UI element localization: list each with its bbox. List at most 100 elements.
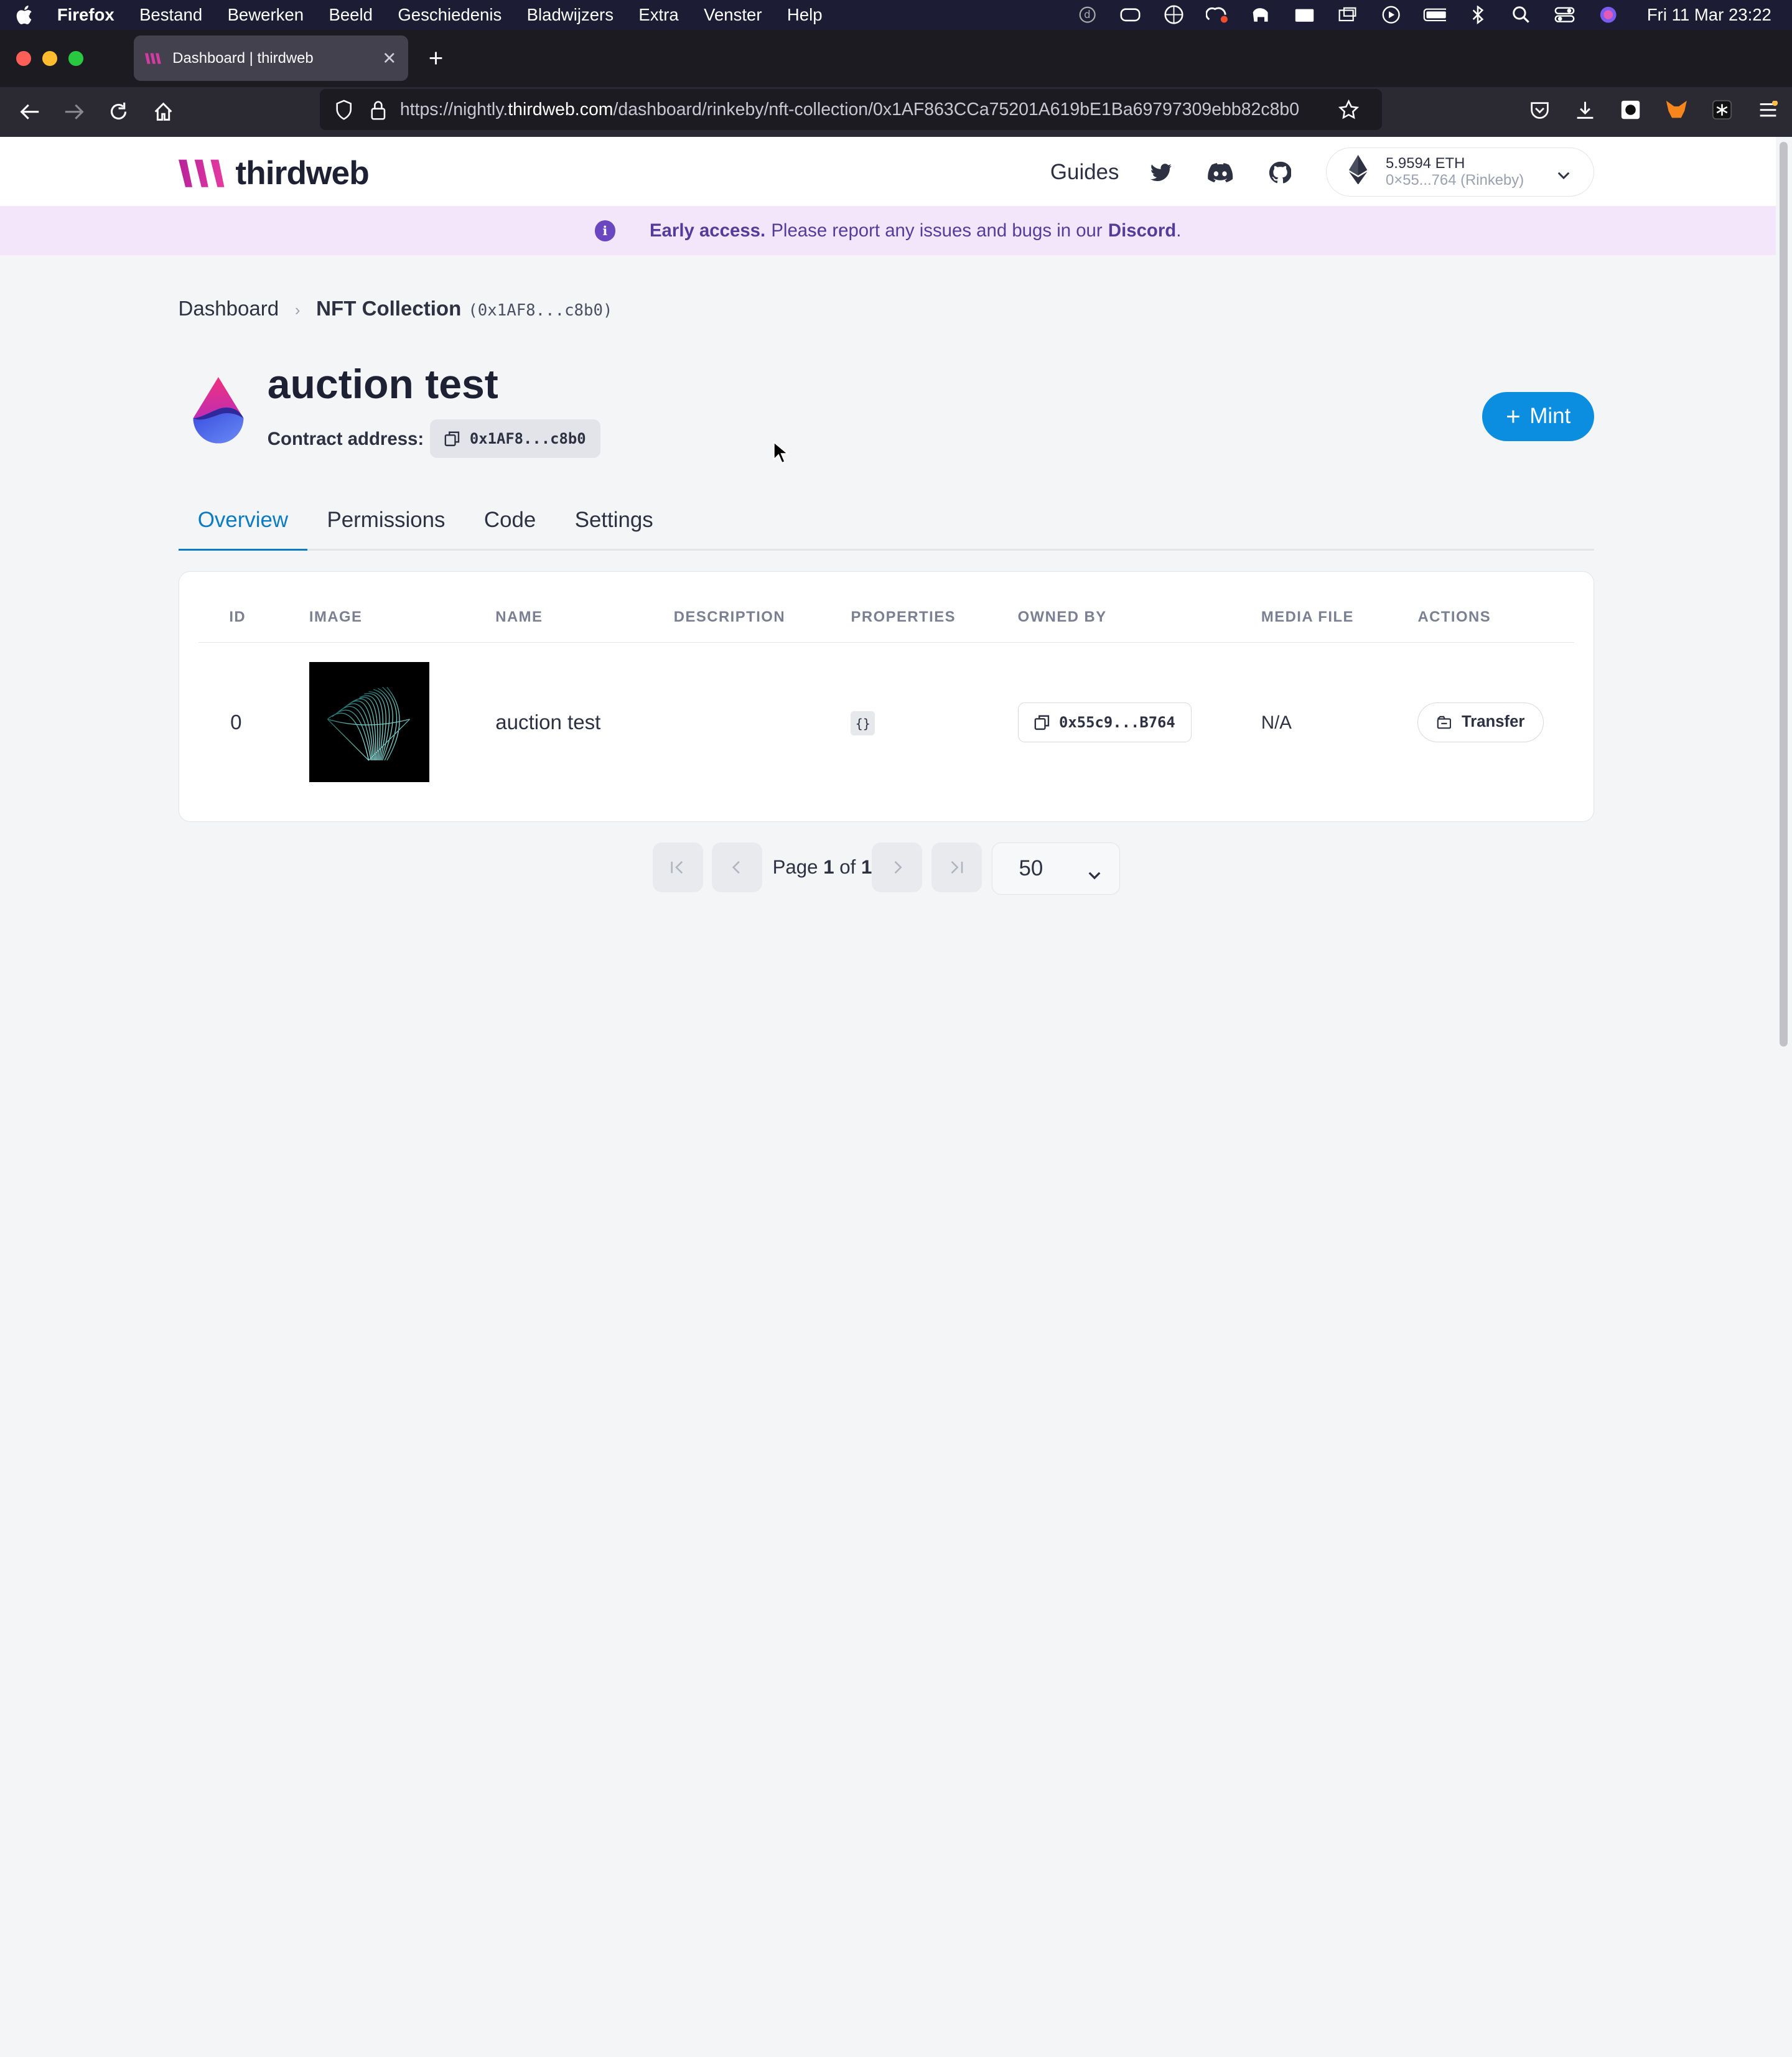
first-page-icon[interactable] — [652, 842, 703, 893]
early-access-banner: i Early access. Please report any issues… — [0, 207, 1776, 255]
wallet-address: 0×55...764 (Rinkeby) — [1386, 172, 1524, 189]
url-path: /dashboard/rinkeby/nft-collection/0x1AF8… — [613, 99, 1300, 119]
downloads-icon[interactable] — [1572, 97, 1597, 122]
bookmark-star-icon[interactable] — [1336, 99, 1361, 120]
control-center-icon[interactable] — [1553, 6, 1576, 24]
menu-bladwijzers[interactable]: Bladwijzers — [527, 5, 614, 25]
th-properties: PROPERTIES — [851, 609, 956, 626]
home-icon[interactable] — [145, 94, 182, 131]
transfer-button[interactable]: Transfer — [1417, 702, 1544, 742]
new-tab-icon[interactable]: + — [429, 44, 444, 73]
svg-text:d: d — [1084, 9, 1090, 21]
guides-link[interactable]: Guides — [1050, 160, 1119, 185]
wallet-balance: 5.9594 ETH — [1386, 154, 1465, 172]
back-icon[interactable] — [11, 94, 48, 131]
page-of-word: of — [839, 856, 856, 878]
page-indicator: Page 1 of 1 — [773, 856, 872, 879]
nft-collection-drop-icon — [190, 377, 247, 449]
plus-icon: + — [1506, 402, 1521, 431]
tab-permissions[interactable]: Permissions — [307, 503, 464, 551]
tab-overview[interactable]: Overview — [178, 503, 308, 551]
minimize-window-button[interactable] — [42, 50, 57, 66]
wallet-button[interactable]: 5.9594 ETH 0×55...764 (Rinkeby) — [1325, 147, 1595, 197]
close-tab-icon[interactable]: ✕ — [382, 49, 396, 68]
browser-toolbar-right — [1527, 89, 1781, 130]
app-menu-icon[interactable] — [1755, 97, 1780, 122]
tracking-shield-icon[interactable] — [332, 100, 357, 120]
row-id: 0 — [230, 711, 242, 735]
tray-cloud-icon[interactable] — [1119, 6, 1142, 24]
tray-globe-icon[interactable] — [1162, 5, 1185, 24]
breadcrumb-address: (0x1AF8...c8b0) — [468, 301, 613, 320]
url-bar[interactable]: https://nightly.thirdweb.com/dashboard/r… — [320, 89, 1382, 131]
github-icon[interactable] — [1267, 160, 1292, 185]
previous-page-icon[interactable] — [712, 842, 763, 893]
menu-beeld[interactable]: Beeld — [329, 5, 372, 25]
last-page-icon[interactable] — [931, 842, 982, 893]
tray-screens-icon[interactable] — [1336, 6, 1359, 24]
nft-image[interactable] — [309, 662, 429, 783]
scrollbar-thumb[interactable] — [1779, 141, 1788, 1047]
tab-settings[interactable]: Settings — [555, 503, 672, 551]
lock-icon[interactable] — [366, 100, 391, 120]
apple-icon[interactable] — [11, 4, 36, 25]
bluetooth-icon[interactable] — [1467, 6, 1490, 24]
menu-venster[interactable]: Venster — [704, 5, 762, 25]
menu-bewerken[interactable]: Bewerken — [228, 5, 304, 25]
page-size-value: 50 — [1019, 856, 1043, 880]
siri-icon[interactable] — [1597, 6, 1620, 24]
url-text[interactable]: https://nightly.thirdweb.com/dashboard/r… — [400, 100, 1336, 120]
thirdweb-logo-icon — [178, 159, 224, 187]
twitter-icon[interactable] — [1149, 160, 1174, 185]
zoom-window-button[interactable] — [68, 50, 84, 66]
discord-link[interactable]: Discord — [1108, 220, 1176, 241]
properties-json-icon[interactable]: {} — [851, 711, 875, 735]
metamask-fox-icon[interactable] — [1664, 97, 1689, 122]
menu-app-firefox[interactable]: Firefox — [57, 5, 114, 25]
tray-play-icon[interactable] — [1379, 6, 1402, 24]
row-name: auction test — [495, 711, 601, 735]
discord-icon[interactable] — [1208, 160, 1233, 185]
tab-code[interactable]: Code — [465, 503, 556, 551]
extension-dark-icon[interactable] — [1618, 97, 1643, 122]
web-page: thirdweb Guides 5.9594 ETH 0×55...764 (R… — [0, 137, 1776, 1120]
th-media-file: MEDIA FILE — [1261, 609, 1354, 626]
contract-address-value: 0x1AF8...c8b0 — [469, 430, 586, 448]
th-description: DESCRIPTION — [673, 609, 786, 626]
tray-creative-cloud-icon[interactable] — [1206, 6, 1229, 24]
contract-name: auction test — [267, 361, 498, 408]
nft-table-card: ID IMAGE NAME DESCRIPTION PROPERTIES OWN… — [178, 571, 1595, 822]
reload-icon[interactable] — [101, 94, 138, 131]
th-name: NAME — [495, 609, 543, 626]
tray-circle-d-icon[interactable]: d — [1076, 6, 1099, 24]
breadcrumb-dashboard[interactable]: Dashboard — [179, 297, 279, 321]
page-current: 1 — [823, 856, 834, 878]
window-controls — [16, 50, 84, 66]
menu-extra[interactable]: Extra — [638, 5, 678, 25]
spotlight-search-icon[interactable] — [1510, 6, 1533, 24]
forward-icon[interactable] — [56, 94, 93, 131]
thirdweb-logo[interactable]: thirdweb — [178, 154, 370, 192]
menu-geschiedenis[interactable]: Geschiedenis — [398, 5, 502, 25]
th-id: ID — [229, 609, 246, 626]
copy-contract-address-button[interactable]: 0x1AF8...c8b0 — [429, 419, 601, 459]
menu-bestand[interactable]: Bestand — [139, 5, 202, 25]
logo-wordmark: thirdweb — [235, 154, 369, 192]
site-header: thirdweb Guides 5.9594 ETH 0×55...764 (R… — [0, 137, 1776, 207]
extension-asterisk-icon[interactable] — [1710, 97, 1735, 122]
close-window-button[interactable] — [16, 50, 31, 66]
menu-help[interactable]: Help — [787, 5, 823, 25]
browser-tab-active[interactable]: Dashboard | thirdweb ✕ — [133, 35, 408, 82]
next-page-icon[interactable] — [872, 842, 923, 893]
page-scrollbar[interactable] — [1776, 137, 1792, 1120]
tray-elephant-icon[interactable] — [1249, 6, 1272, 24]
copy-owner-address-button[interactable]: 0x55c9...B764 — [1017, 702, 1192, 742]
pocket-icon[interactable] — [1527, 97, 1552, 122]
page-size-select[interactable]: 50 — [992, 842, 1120, 895]
battery-icon[interactable] — [1423, 6, 1446, 24]
tray-clapper-icon[interactable] — [1293, 6, 1316, 24]
menubar-clock[interactable]: Fri 11 Mar 23:22 — [1647, 5, 1771, 25]
th-image: IMAGE — [309, 609, 363, 626]
nft-artwork-image — [327, 687, 410, 762]
mint-button[interactable]: + Mint — [1482, 391, 1595, 441]
